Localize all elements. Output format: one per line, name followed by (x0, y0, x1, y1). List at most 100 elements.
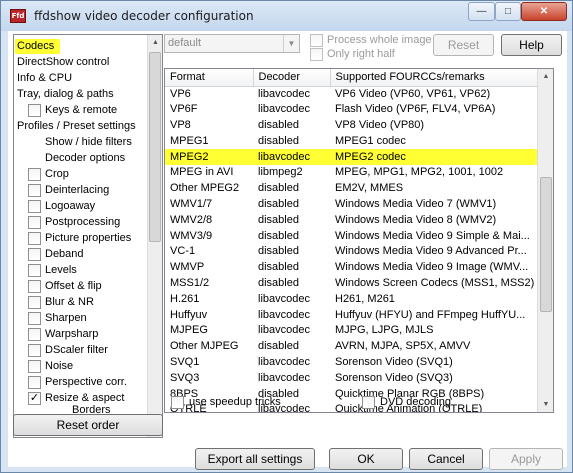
tree-item-keys-remote[interactable]: Keys & remote (45, 103, 117, 118)
title-bar[interactable]: Ffd ffdshow video decoder configuration … (1, 1, 572, 31)
tree-item-decoder-options[interactable]: Decoder options (45, 151, 125, 166)
logoaway-checkbox[interactable] (28, 200, 41, 213)
table-row[interactable]: MSS1/2 disabled Windows Screen Codecs (MSS… (165, 276, 538, 292)
tree-item-label: Postprocessing (45, 216, 121, 228)
tree-item-directshow-control[interactable]: DirectShow control (17, 55, 109, 70)
tree-item-noise[interactable]: Noise (45, 359, 73, 374)
tree-item-tray-dialog-paths[interactable]: Tray, dialog & paths (17, 87, 114, 102)
table-row[interactable]: VP6F libavcodec Flash Video (VP6F, FLV4, V… (165, 102, 538, 118)
crop-checkbox[interactable] (28, 168, 41, 181)
perspective-corr-checkbox[interactable] (28, 376, 41, 389)
scroll-up-arrow-icon[interactable]: ▲ (148, 35, 162, 50)
process-whole-image-checkbox[interactable] (310, 34, 323, 47)
tree-item-warpsharp[interactable]: Warpsharp (45, 327, 98, 342)
codec-table[interactable]: Format Decoder Supported FOURCCs/remarks… (164, 68, 554, 413)
tree-item-picture-properties[interactable]: Picture properties (45, 231, 131, 246)
tree-scrollbar[interactable]: ▲ ▼ (147, 35, 162, 437)
settings-tree[interactable]: Codecs DirectShow control Info & CPU Tra… (13, 34, 163, 438)
table-row[interactable]: WMVP disabled Windows Media Video 9 Image … (165, 260, 538, 276)
table-row[interactable]: SVQ1 libavcodec Sorenson Video (SVQ1) (165, 355, 538, 371)
cell-decoder: libavcodec (253, 149, 330, 165)
export-all-settings-button[interactable]: Export all settings (195, 448, 315, 470)
tree-item-perspective-corr[interactable]: Perspective corr. (45, 375, 127, 390)
cell-format: Other MPEG2 (170, 182, 240, 195)
table-scroll-thumb[interactable] (540, 177, 552, 312)
table-row[interactable]: VP8 disabled VP8 Video (VP80) (165, 118, 538, 134)
table-row[interactable]: MJPEG libavcodec MJPG, LJPG, MJLS (165, 323, 538, 339)
cell-decoder: libavcodec (258, 103, 310, 116)
dscaler-filter-checkbox[interactable] (28, 344, 41, 357)
tree-item-label: Resize & aspect (45, 392, 125, 404)
table-row[interactable]: WMV3/9 disabled Windows Media Video 9 Simp… (165, 228, 538, 244)
levels-checkbox[interactable] (28, 264, 41, 277)
cell-decoder: libavcodec (258, 308, 310, 321)
tree-item-crop[interactable]: Crop (45, 167, 69, 182)
table-row[interactable]: Other MPEG2 disabled EM2V, MMES (165, 181, 538, 197)
table-row[interactable]: Other MJPEG disabled AVRN, MJPA, SP5X, AMV… (165, 339, 538, 355)
cell-decoder: libavcodec (258, 87, 310, 100)
offset-flip-checkbox[interactable] (28, 280, 41, 293)
column-header-format[interactable]: Format (165, 69, 254, 87)
cell-format: SVQ3 (170, 371, 200, 384)
table-row[interactable]: MPEG1 disabled MPEG1 codec (165, 133, 538, 149)
table-row[interactable]: WMV2/8 disabled Windows Media Video 8 (WMV… (165, 212, 538, 228)
cell-decoder: disabled (258, 276, 299, 289)
resize-aspect-checkbox[interactable]: ✓ (28, 392, 41, 405)
table-row[interactable]: VC-1 disabled Windows Media Video 9 Advanc… (165, 244, 538, 260)
scroll-up-arrow-icon[interactable]: ▲ (538, 69, 553, 84)
table-row[interactable]: H.261 libavcodec H261, M261 (165, 291, 538, 307)
table-row[interactable]: WMV1/7 disabled Windows Media Video 7 (WMV… (165, 197, 538, 213)
table-row[interactable]: Huffyuv libavcodec Huffyuv (HFYU) and FFmp… (165, 307, 538, 323)
cell-format: Huffyuv (170, 308, 208, 321)
tree-item-dscaler-filter[interactable]: DScaler filter (45, 343, 108, 358)
tree-item-postprocessing[interactable]: Postprocessing (45, 215, 120, 230)
warpsharp-checkbox[interactable] (28, 328, 41, 341)
table-row[interactable]: VP6 libavcodec VP6 Video (VP60, VP61, VP62… (165, 86, 538, 102)
table-row[interactable]: MPEG2 libavcodec MPEG2 codec (165, 149, 538, 165)
tree-item-sharpen[interactable]: Sharpen (45, 311, 87, 326)
dvd-decoding-checkbox[interactable] (362, 396, 375, 409)
help-button[interactable]: Help (501, 34, 562, 56)
tree-item-label: Noise (45, 360, 74, 372)
maximize-button[interactable]: □ (495, 2, 521, 21)
table-row[interactable]: MPEG in AVI libmpeg2 MPEG, MPG1, MPG2, 100… (165, 165, 538, 181)
apply-button[interactable]: Apply (489, 448, 563, 470)
tree-item-label: Picture properties (45, 232, 132, 244)
ok-button[interactable]: OK (329, 448, 403, 470)
tree-item-levels[interactable]: Levels (45, 263, 77, 278)
minimize-button[interactable]: — (468, 2, 495, 21)
tree-item-deinterlacing[interactable]: Deinterlacing (45, 183, 109, 198)
tree-item-logoaway[interactable]: Logoaway (45, 199, 95, 214)
close-button[interactable]: ✕ (521, 2, 567, 21)
scroll-down-arrow-icon[interactable]: ▼ (538, 397, 553, 412)
preset-combobox[interactable]: default ▼ (164, 34, 300, 53)
table-scrollbar[interactable]: ▲ ▼ (537, 69, 553, 412)
tree-scroll-thumb[interactable] (149, 52, 161, 242)
reset-button[interactable]: Reset (433, 34, 494, 56)
tree-item-offset-flip[interactable]: Offset & flip (45, 279, 102, 294)
deinterlacing-checkbox[interactable] (28, 184, 41, 197)
tree-item-resize-aspect[interactable]: Resize & aspect (45, 391, 124, 406)
tree-item-blur-nr[interactable]: Blur & NR (45, 295, 94, 310)
table-row[interactable]: SVQ3 libavcodec Sorenson Video (SVQ3) (165, 370, 538, 386)
use-speedup-tricks-checkbox[interactable] (171, 396, 184, 409)
sharpen-checkbox[interactable] (28, 312, 41, 325)
tree-item-profiles-presets[interactable]: Profiles / Preset settings (17, 119, 136, 134)
chevron-down-icon[interactable]: ▼ (283, 35, 299, 52)
only-right-half-checkbox[interactable] (310, 48, 323, 61)
keys-remote-checkbox[interactable] (28, 104, 41, 117)
noise-checkbox[interactable] (28, 360, 41, 373)
cell-format: WMV1/7 (170, 197, 213, 210)
tree-item-info-cpu[interactable]: Info & CPU (17, 71, 72, 86)
column-header-fourccs[interactable]: Supported FOURCCs/remarks (330, 69, 539, 87)
reset-order-button[interactable]: Reset order (13, 414, 163, 436)
tree-item-show-hide-filters[interactable]: Show / hide filters (45, 135, 132, 150)
blur-nr-checkbox[interactable] (28, 296, 41, 309)
tree-item-deband[interactable]: Deband (45, 247, 84, 262)
deband-checkbox[interactable] (28, 248, 41, 261)
postprocessing-checkbox[interactable] (28, 216, 41, 229)
tree-item-codecs[interactable]: Codecs (15, 39, 61, 54)
column-header-decoder[interactable]: Decoder (253, 69, 331, 87)
picture-properties-checkbox[interactable] (28, 232, 41, 245)
cancel-button[interactable]: Cancel (409, 448, 483, 470)
